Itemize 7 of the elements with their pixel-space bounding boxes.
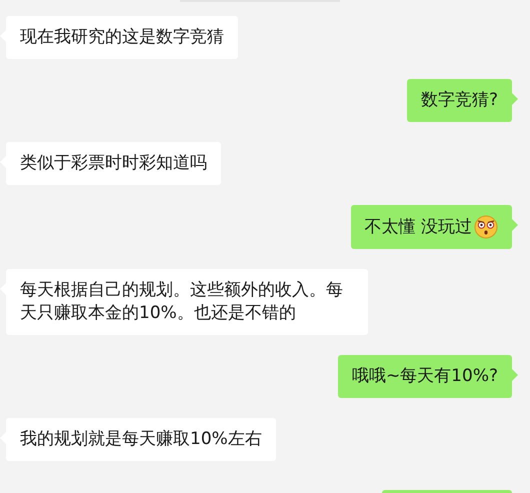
message-text: 不太懂 没玩过 — [364, 216, 472, 238]
message-text: 哦哦~每天有10%? — [352, 365, 498, 388]
message-text: 数字竞猜? — [420, 89, 498, 112]
message-text: 现在我研究的这是数字竞猜 — [20, 26, 224, 49]
message-text: 我的规划就是每天赚取10%左右 — [20, 428, 262, 451]
message-text: 类似于彩票时时彩知道吗 — [20, 152, 207, 175]
message-text: 每天根据自己的规划。这些额外的收入。每天只赚取本金的10%。也还是不错的 — [20, 279, 344, 325]
